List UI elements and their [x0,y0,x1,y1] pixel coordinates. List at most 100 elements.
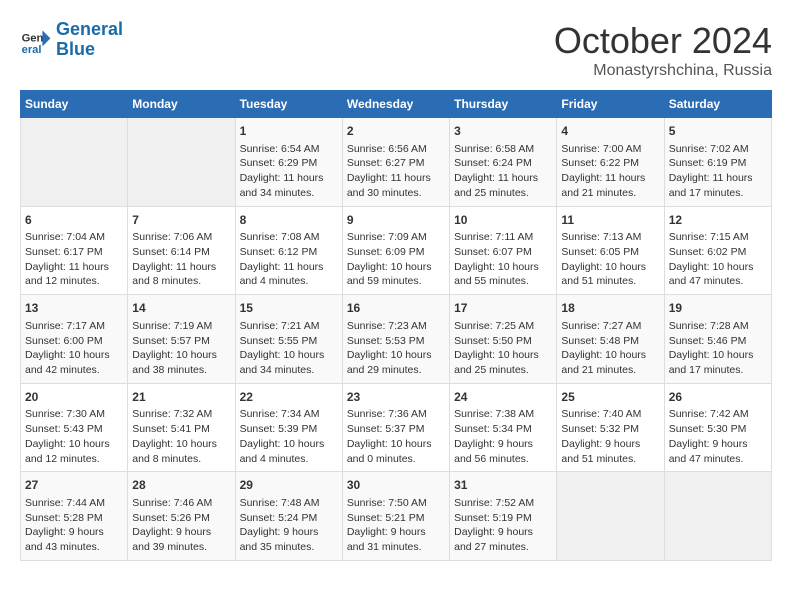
day-info: and 27 minutes. [454,540,552,555]
day-info: and 34 minutes. [240,363,338,378]
day-info: Daylight: 10 hours [132,348,230,363]
day-number: 13 [25,300,123,317]
day-number: 30 [347,477,445,494]
calendar-cell: 18Sunrise: 7:27 AMSunset: 5:48 PMDayligh… [557,295,664,384]
day-info: Daylight: 11 hours [240,171,338,186]
day-number: 12 [669,212,767,229]
day-info: Daylight: 11 hours [347,171,445,186]
day-info: and 43 minutes. [25,540,123,555]
day-info: and 51 minutes. [561,452,659,467]
day-number: 14 [132,300,230,317]
weekday-header-tuesday: Tuesday [235,91,342,118]
weekday-header-thursday: Thursday [450,91,557,118]
calendar-cell: 22Sunrise: 7:34 AMSunset: 5:39 PMDayligh… [235,383,342,472]
page-header: Gen eral GeneralBlue October 2024 Monast… [20,20,772,80]
calendar-cell: 19Sunrise: 7:28 AMSunset: 5:46 PMDayligh… [664,295,771,384]
day-info: Daylight: 10 hours [25,348,123,363]
day-info: Sunset: 5:53 PM [347,334,445,349]
day-info: Daylight: 9 hours [132,525,230,540]
day-info: Sunrise: 6:58 AM [454,142,552,157]
day-info: Sunset: 6:14 PM [132,245,230,260]
day-info: Sunset: 5:30 PM [669,422,767,437]
day-info: Sunset: 5:46 PM [669,334,767,349]
day-number: 21 [132,389,230,406]
day-number: 19 [669,300,767,317]
day-info: Sunset: 5:37 PM [347,422,445,437]
week-row-4: 20Sunrise: 7:30 AMSunset: 5:43 PMDayligh… [21,383,772,472]
day-info: Daylight: 10 hours [669,348,767,363]
day-info: Sunrise: 7:15 AM [669,230,767,245]
day-info: Sunset: 6:17 PM [25,245,123,260]
day-info: Sunset: 6:05 PM [561,245,659,260]
day-info: Sunrise: 7:48 AM [240,496,338,511]
day-info: and 8 minutes. [132,452,230,467]
day-info: Sunrise: 7:52 AM [454,496,552,511]
day-info: Sunrise: 7:34 AM [240,407,338,422]
day-info: Sunrise: 7:19 AM [132,319,230,334]
day-info: Sunset: 5:21 PM [347,511,445,526]
day-info: Daylight: 11 hours [25,260,123,275]
day-info: Daylight: 10 hours [240,437,338,452]
day-info: and 12 minutes. [25,274,123,289]
day-info: and 47 minutes. [669,452,767,467]
day-info: Sunrise: 7:17 AM [25,319,123,334]
day-number: 3 [454,123,552,140]
calendar-cell: 30Sunrise: 7:50 AMSunset: 5:21 PMDayligh… [342,472,449,561]
logo-icon: Gen eral [20,24,52,56]
calendar-cell: 3Sunrise: 6:58 AMSunset: 6:24 PMDaylight… [450,118,557,207]
day-info: Daylight: 11 hours [132,260,230,275]
day-info: Sunset: 6:12 PM [240,245,338,260]
day-info: Sunset: 6:07 PM [454,245,552,260]
day-number: 15 [240,300,338,317]
day-info: Sunrise: 7:06 AM [132,230,230,245]
day-info: Daylight: 11 hours [240,260,338,275]
day-info: Daylight: 11 hours [561,171,659,186]
day-info: and 0 minutes. [347,452,445,467]
day-info: Sunrise: 7:21 AM [240,319,338,334]
day-number: 17 [454,300,552,317]
day-info: Sunset: 5:32 PM [561,422,659,437]
day-info: Sunrise: 7:32 AM [132,407,230,422]
day-info: and 4 minutes. [240,274,338,289]
day-info: Daylight: 9 hours [454,437,552,452]
day-info: Daylight: 11 hours [454,171,552,186]
calendar-cell: 11Sunrise: 7:13 AMSunset: 6:05 PMDayligh… [557,206,664,295]
calendar-subtitle: Monastyrshchina, Russia [554,62,772,80]
day-info: Sunset: 6:00 PM [25,334,123,349]
calendar-cell: 4Sunrise: 7:00 AMSunset: 6:22 PMDaylight… [557,118,664,207]
day-number: 18 [561,300,659,317]
day-number: 10 [454,212,552,229]
day-info: Sunrise: 7:38 AM [454,407,552,422]
day-info: Sunrise: 7:23 AM [347,319,445,334]
calendar-cell: 20Sunrise: 7:30 AMSunset: 5:43 PMDayligh… [21,383,128,472]
day-number: 25 [561,389,659,406]
day-info: Daylight: 9 hours [240,525,338,540]
day-info: and 21 minutes. [561,363,659,378]
week-row-2: 6Sunrise: 7:04 AMSunset: 6:17 PMDaylight… [21,206,772,295]
title-block: October 2024 Monastyrshchina, Russia [554,20,772,80]
day-info: Sunset: 5:34 PM [454,422,552,437]
day-info: and 34 minutes. [240,186,338,201]
calendar-cell [21,118,128,207]
day-info: Daylight: 9 hours [561,437,659,452]
day-info: and 25 minutes. [454,363,552,378]
day-number: 2 [347,123,445,140]
day-info: Daylight: 10 hours [561,260,659,275]
calendar-cell [128,118,235,207]
day-info: Sunrise: 7:42 AM [669,407,767,422]
calendar-cell: 24Sunrise: 7:38 AMSunset: 5:34 PMDayligh… [450,383,557,472]
day-info: Sunrise: 7:30 AM [25,407,123,422]
day-info: and 39 minutes. [132,540,230,555]
weekday-header-monday: Monday [128,91,235,118]
day-number: 31 [454,477,552,494]
calendar-cell: 25Sunrise: 7:40 AMSunset: 5:32 PMDayligh… [557,383,664,472]
calendar-table: SundayMondayTuesdayWednesdayThursdayFrid… [20,90,772,561]
day-info: and 59 minutes. [347,274,445,289]
calendar-cell: 2Sunrise: 6:56 AMSunset: 6:27 PMDaylight… [342,118,449,207]
day-info: Sunrise: 7:46 AM [132,496,230,511]
day-info: Daylight: 10 hours [347,437,445,452]
day-info: and 25 minutes. [454,186,552,201]
day-number: 23 [347,389,445,406]
day-info: Sunrise: 6:54 AM [240,142,338,157]
day-info: Daylight: 10 hours [240,348,338,363]
